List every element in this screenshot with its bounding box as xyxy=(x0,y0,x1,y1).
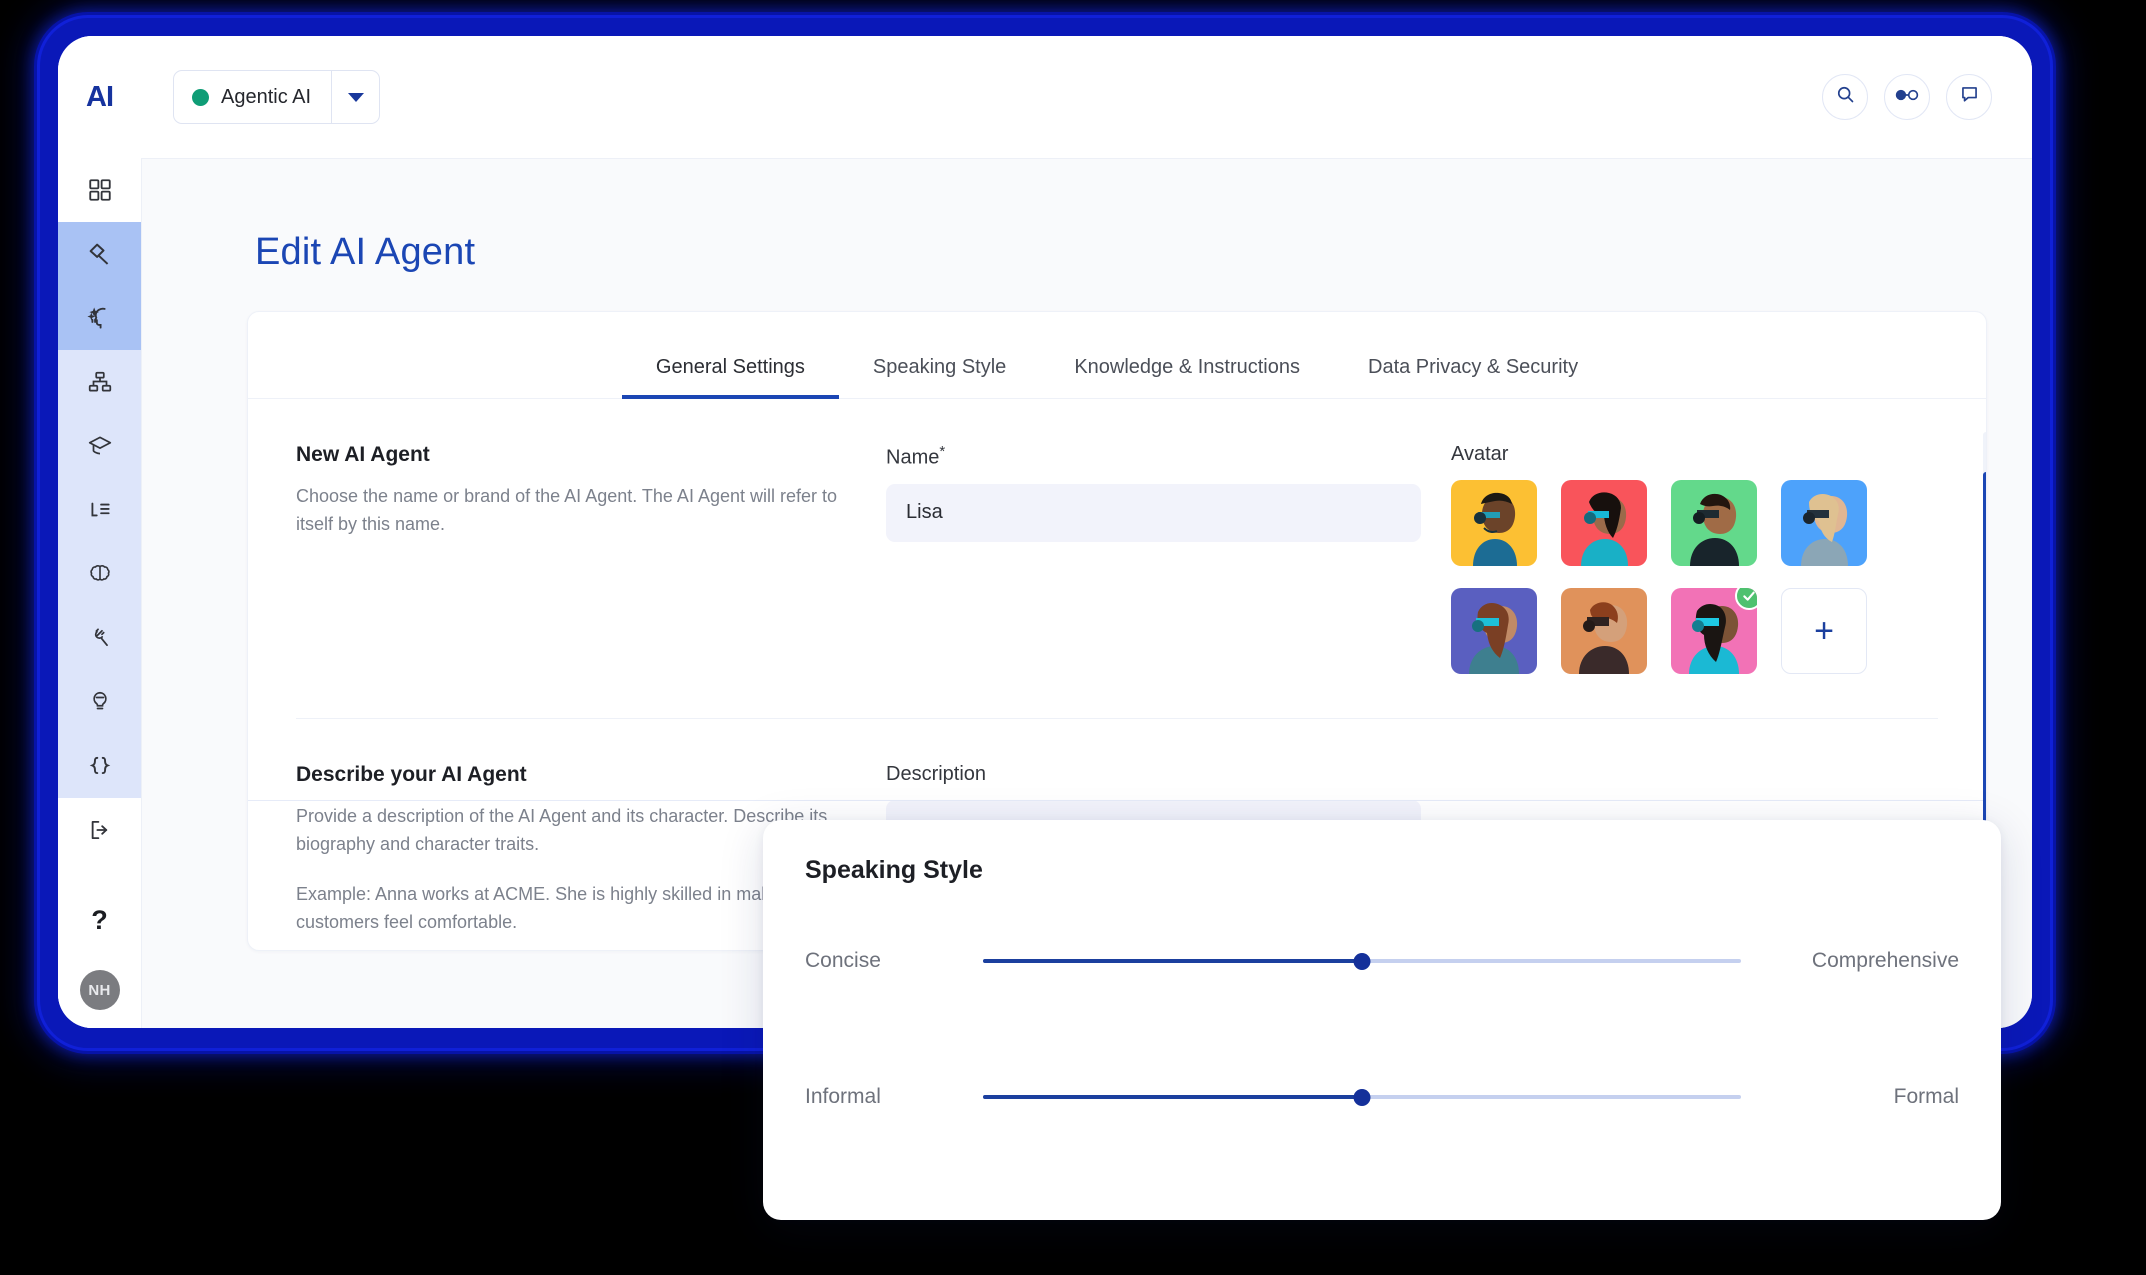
comprehensive-label: Comprehensive xyxy=(1811,949,1959,972)
tab-general-settings[interactable]: General Settings xyxy=(621,356,839,399)
toggle-icon xyxy=(1894,87,1920,108)
sidebar-item-insights[interactable] xyxy=(58,670,141,734)
sidebar-bottom: ? NH xyxy=(58,888,141,1028)
tab-bar: General Settings Speaking Style Knowledg… xyxy=(248,312,1986,399)
topbar: Agentic AI xyxy=(141,36,2032,158)
sidebar-nav-list xyxy=(58,158,141,888)
sidebar-item-training[interactable] xyxy=(58,414,141,478)
sidebar-item-campaigns[interactable] xyxy=(58,222,141,286)
avatar-column: Avatar + xyxy=(1451,443,1938,674)
screenshot-root: AI ? NH Agentic AI Edit AI Agent General… xyxy=(0,0,2146,1275)
megaphone-icon xyxy=(86,240,114,268)
sidebar: AI ? NH xyxy=(58,36,141,1028)
sidebar-item-logs[interactable] xyxy=(58,478,141,542)
lightbulb-icon xyxy=(87,689,113,715)
agent-selector-label: Agentic AI xyxy=(221,85,312,108)
slider-fill xyxy=(983,959,1370,963)
avatar-grid: + xyxy=(1451,480,1938,674)
avatar-option-2[interactable] xyxy=(1561,480,1647,566)
speaking-style-title: Speaking Style xyxy=(805,856,983,884)
informal-formal-slider[interactable]: Informal Formal xyxy=(805,1085,1959,1109)
concise-comprehensive-slider[interactable]: Concise Comprehensive xyxy=(805,949,1959,973)
add-avatar-button[interactable]: + xyxy=(1781,588,1867,674)
search-button[interactable] xyxy=(1822,74,1868,120)
sidebar-item-ai-agent[interactable] xyxy=(58,286,141,350)
sidebar-item-developer[interactable] xyxy=(58,734,141,798)
avatar-art xyxy=(1690,493,1739,566)
sidebar-item-logout[interactable] xyxy=(58,798,141,862)
concise-slider-track-wrap[interactable] xyxy=(975,951,1749,971)
sidebar-item-integrations[interactable] xyxy=(58,606,141,670)
slider-thumb[interactable] xyxy=(1353,952,1371,970)
form-row-name: New AI Agent Choose the name or brand of… xyxy=(248,399,1986,674)
sitemap-icon xyxy=(87,369,113,395)
speaking-style-modal: Speaking Style Concise Comprehensive Inf… xyxy=(763,820,2001,1220)
name-label-text: Name xyxy=(886,446,940,469)
avatar-art xyxy=(1579,602,1629,674)
app-logo[interactable]: AI xyxy=(58,36,141,158)
name-help-column: New AI Agent Choose the name or brand of… xyxy=(296,443,886,674)
description-field-label: Description xyxy=(886,763,987,785)
avatar-art xyxy=(1581,492,1628,566)
logout-icon xyxy=(87,817,113,843)
list-icon xyxy=(87,497,113,523)
braces-icon xyxy=(87,753,113,779)
sidebar-item-dashboard[interactable] xyxy=(58,158,141,222)
name-input[interactable]: Lisa xyxy=(886,483,1421,542)
slider-thumb[interactable] xyxy=(1353,1088,1371,1106)
user-avatar-wrapper[interactable]: NH xyxy=(58,952,141,1028)
new-ai-agent-heading: New AI Agent xyxy=(296,443,430,466)
name-field-column: Name* Lisa xyxy=(886,443,1451,674)
avatar-art xyxy=(1469,603,1519,674)
tab-data-privacy-security[interactable]: Data Privacy & Security xyxy=(1334,356,1612,399)
concise-label: Concise xyxy=(805,949,881,972)
toggle-button[interactable] xyxy=(1884,74,1930,120)
avatar-option-4[interactable] xyxy=(1781,480,1867,566)
sidebar-item-knowledge[interactable] xyxy=(58,542,141,606)
avatar-option-3[interactable] xyxy=(1671,480,1757,566)
graduation-cap-icon xyxy=(87,433,113,459)
brain-icon xyxy=(87,561,113,587)
slider-fill xyxy=(983,1095,1370,1099)
name-field-label: Name* xyxy=(886,443,1421,470)
informal-label: Informal xyxy=(805,1085,881,1108)
agent-selector[interactable]: Agentic AI xyxy=(173,70,381,124)
describe-agent-heading: Describe your AI Agent xyxy=(296,763,527,786)
card-footer-divider xyxy=(248,800,1986,801)
avatar-art xyxy=(1473,492,1517,566)
avatar-label: Avatar xyxy=(1451,443,1509,465)
status-dot-icon xyxy=(192,88,209,106)
chat-icon xyxy=(1959,84,1980,110)
avatar-option-1[interactable] xyxy=(1451,480,1537,566)
help-button[interactable]: ? xyxy=(58,888,141,952)
formal-label: Formal xyxy=(1893,1085,1959,1108)
avatar-option-6[interactable] xyxy=(1561,588,1647,674)
tab-knowledge-instructions[interactable]: Knowledge & Instructions xyxy=(1040,356,1334,399)
avatar-option-7[interactable] xyxy=(1671,588,1757,674)
chevron-down-icon xyxy=(347,92,364,102)
grid-icon xyxy=(87,177,113,203)
avatar-option-5[interactable] xyxy=(1451,588,1537,674)
topbar-actions xyxy=(1822,74,1992,120)
chat-button[interactable] xyxy=(1946,74,1992,120)
new-ai-agent-help: Choose the name or brand of the AI Agent… xyxy=(296,486,838,534)
avatar-art xyxy=(1801,494,1848,566)
agent-selector-caret[interactable] xyxy=(331,71,379,123)
ai-head-icon xyxy=(86,304,114,332)
sidebar-item-workflows[interactable] xyxy=(58,350,141,414)
informal-slider-track-wrap[interactable] xyxy=(975,1087,1749,1107)
search-icon xyxy=(1835,84,1856,110)
agent-selector-label-part[interactable]: Agentic AI xyxy=(174,71,331,123)
plug-icon xyxy=(87,625,113,651)
page-title: Edit AI Agent xyxy=(255,231,476,273)
avatar[interactable]: NH xyxy=(79,970,120,1010)
required-asterisk: * xyxy=(939,443,946,460)
tab-speaking-style[interactable]: Speaking Style xyxy=(839,356,1040,399)
